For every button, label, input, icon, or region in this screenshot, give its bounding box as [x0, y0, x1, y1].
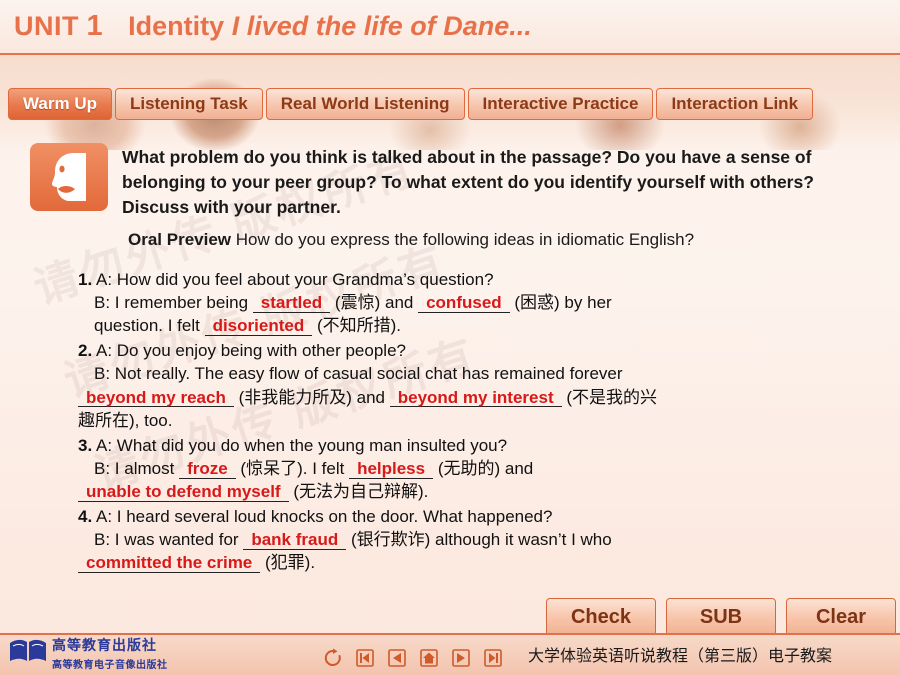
answer-line-continued: committed the crime (犯罪). — [78, 551, 888, 574]
question-line: 1. A: How did you feel about your Grandm… — [78, 268, 888, 291]
page-header: UNIT 1 Identity I lived the life of Dane… — [0, 0, 900, 55]
speaking-icon — [30, 143, 108, 211]
item-number: 4. — [78, 507, 93, 527]
gloss-text: (无法为自己辩解). — [293, 481, 429, 501]
speaker-a-label: A: — [95, 507, 113, 527]
last-icon[interactable] — [482, 647, 504, 669]
tab-interactive-practice[interactable]: Interactive Practice — [467, 88, 654, 120]
exercise-item-2: 2. A: Do you enjoy being with other peop… — [78, 339, 888, 431]
speaker-a-label: A: — [95, 341, 113, 361]
exercise-list: 1. A: How did you feel about your Grandm… — [78, 268, 888, 576]
exercise-item-3: 3. A: What did you do when the young man… — [78, 434, 888, 503]
gloss-text: (非我能力所及) — [238, 387, 352, 407]
speaker-a-text: What did you do when the young man insul… — [116, 435, 508, 455]
oral-preview-text: How do you express the following ideas i… — [235, 230, 695, 249]
answer-line-continued: 趣所在), too. — [78, 409, 888, 432]
answer-text-part: question. I felt — [94, 316, 200, 336]
answer-line: B: I almost froze (惊呆了). I felt helpless… — [78, 457, 888, 480]
item-number: 3. — [78, 435, 93, 455]
answer-blank-2[interactable]: beyond my interest — [389, 388, 562, 408]
exercise-item-1: 1. A: How did you feel about your Grandm… — [78, 268, 888, 337]
speaker-b-label: B: — [94, 530, 111, 550]
tab-real-world-listening[interactable]: Real World Listening — [265, 88, 465, 120]
answer-line: B: I was wanted for bank fraud (银行欺诈) al… — [78, 528, 888, 551]
clear-button[interactable]: Clear — [786, 598, 896, 636]
answer-blank-2[interactable]: committed the crime — [78, 554, 261, 574]
answer-text-part: 趣所在), too. — [78, 410, 173, 430]
answer-blank-2[interactable]: confused — [418, 294, 510, 313]
speaker-a-label: A: — [95, 435, 113, 455]
speaker-b-label: B: — [94, 458, 111, 478]
section-tabs: Warm Up Listening Task Real World Listen… — [8, 88, 892, 120]
oral-preview: Oral Preview How do you express the foll… — [128, 230, 888, 250]
gloss-text: (惊呆了). I felt — [240, 458, 345, 478]
slide-page: 请勿外传 版权所有 请勿外传 版权所有 请勿外传 版权所有 UNIT 1 Ide… — [0, 0, 900, 675]
home-icon[interactable] — [418, 647, 440, 669]
answer-text-part: and — [356, 387, 385, 407]
page-title: UNIT 1 Identity I lived the life of Dane… — [14, 10, 532, 43]
tab-listening-task[interactable]: Listening Task — [115, 88, 263, 120]
answer-line-continued: unable to defend myself (无法为自己辩解). — [78, 480, 888, 503]
speaking-face-icon — [52, 153, 86, 201]
check-button[interactable]: Check — [546, 598, 656, 636]
previous-icon[interactable] — [386, 647, 408, 669]
answer-text-part: I almost — [114, 458, 175, 478]
gloss-text: (困惑) by her — [514, 293, 612, 313]
answer-text-part: Not really. The easy flow of casual soci… — [114, 364, 623, 384]
answer-blank-1[interactable]: startled — [252, 294, 331, 313]
gloss-text: (震惊) — [334, 293, 381, 313]
tab-warm-up[interactable]: Warm Up — [8, 88, 112, 120]
item-number: 1. — [78, 270, 93, 289]
publisher-name: 高等教育出版社 高等教育电子音像出版社 — [52, 635, 168, 671]
speaker-a-text: Do you enjoy being with other people? — [116, 341, 406, 361]
speaker-b-label: B: — [94, 364, 111, 384]
courseware-title: 大学体验英语听说教程（第三版）电子教案 — [528, 648, 833, 665]
oral-preview-label: Oral Preview — [128, 230, 232, 249]
action-buttons: Check SUB Clear — [546, 598, 896, 636]
answer-text-part: I remember being — [114, 293, 249, 313]
answer-blank-3[interactable]: unable to defend myself — [78, 483, 289, 502]
tab-interaction-link[interactable]: Interaction Link — [656, 88, 814, 120]
answer-line: B: Not really. The easy flow of casual s… — [78, 362, 888, 385]
item-number: 2. — [78, 341, 93, 361]
publisher-name-main: 高等教育出版社 — [52, 637, 157, 653]
unit-number: 1 — [86, 10, 103, 42]
book-icon — [10, 639, 46, 661]
answer-blank-2[interactable]: helpless — [349, 460, 434, 479]
gloss-text: (银行欺诈) although it wasn’t I who — [350, 530, 612, 550]
speaker-a-text: How did you feel about your Grandma’s qu… — [116, 270, 494, 289]
navigation-controls — [322, 647, 504, 669]
answer-text-part: and — [384, 293, 414, 313]
next-icon[interactable] — [450, 647, 472, 669]
answer-blank-3[interactable]: disoriented — [204, 317, 313, 337]
unit-label: UNIT — [14, 11, 79, 41]
question-line: 2. A: Do you enjoy being with other peop… — [78, 339, 888, 362]
exercise-item-4: 4. A: I heard several loud knocks on the… — [78, 505, 888, 574]
speaker-b-label: B: — [94, 293, 111, 313]
speaker-a-label: A: — [95, 270, 113, 289]
publisher-name-sub: 高等教育电子音像出版社 — [52, 660, 168, 671]
speaker-a-text: I heard several loud knocks on the door.… — [116, 507, 553, 527]
gloss-text: (无助的) and — [437, 458, 534, 478]
page-footer: 高等教育出版社 高等教育电子音像出版社 大学体验英语听说教程（第三版）电子教案 — [0, 633, 900, 675]
unit-topic: Identity — [128, 11, 225, 41]
gloss-text: (不知所措). — [316, 316, 401, 336]
answer-blank-1[interactable]: beyond my reach — [78, 388, 234, 408]
question-line: 3. A: What did you do when the young man… — [78, 434, 888, 457]
answer-text-part: I was wanted for — [114, 530, 239, 550]
first-icon[interactable] — [354, 647, 376, 669]
answer-blank-1[interactable]: bank fraud — [243, 531, 347, 551]
unit-subtitle: I lived the life of Dane... — [231, 11, 532, 41]
refresh-icon[interactable] — [322, 647, 344, 669]
question-line: 4. A: I heard several loud knocks on the… — [78, 505, 888, 528]
discussion-prompt: What problem do you think is talked abou… — [122, 147, 814, 217]
gloss-text: (犯罪). — [265, 553, 316, 573]
answer-line-continued: beyond my reach (非我能力所及) and beyond my i… — [78, 386, 888, 409]
answer-line: B: I remember being startled (震惊) and co… — [78, 291, 888, 314]
answer-line-continued: question. I felt disoriented (不知所措). — [78, 314, 888, 337]
publisher-logo: 高等教育出版社 高等教育电子音像出版社 — [6, 633, 196, 673]
gloss-text: (不是我的兴 — [566, 387, 658, 407]
sub-button[interactable]: SUB — [666, 598, 776, 636]
answer-blank-1[interactable]: froze — [179, 460, 236, 479]
